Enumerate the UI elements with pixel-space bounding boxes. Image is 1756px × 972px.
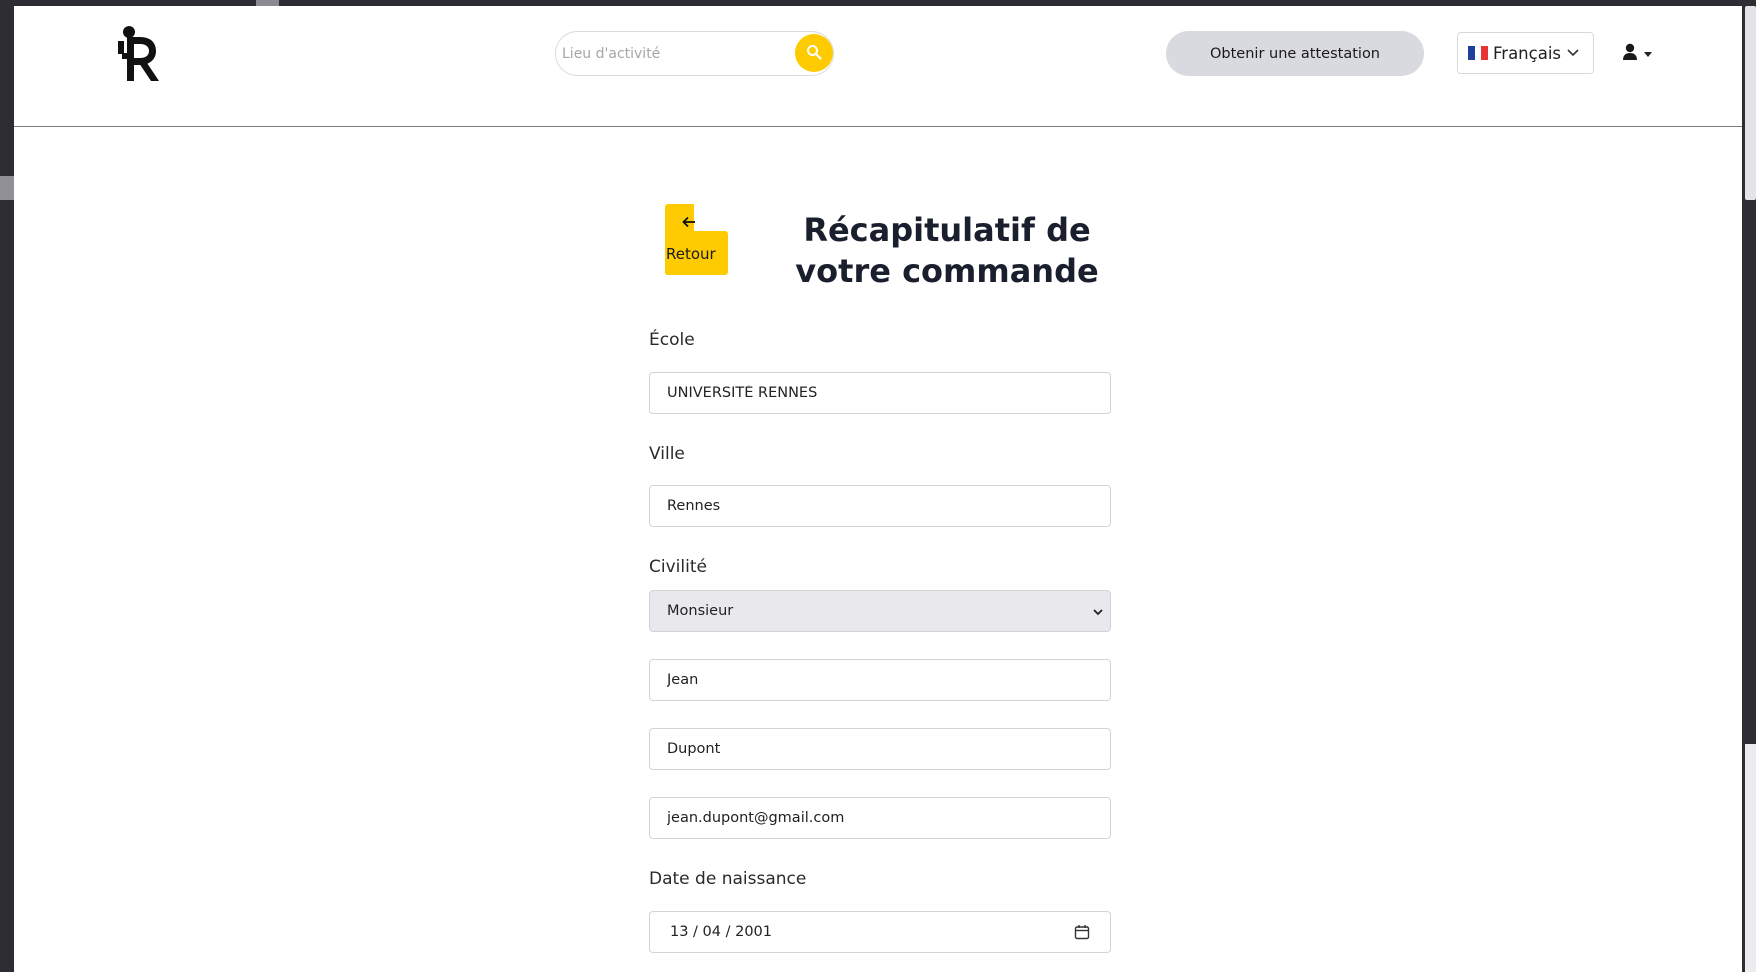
search-box <box>555 31 834 76</box>
user-menu[interactable] <box>1622 43 1660 65</box>
language-select[interactable]: Français <box>1457 32 1594 74</box>
civility-select-value: Monsieur <box>667 603 734 619</box>
school-field[interactable] <box>649 372 1111 414</box>
scrollbar-thumb[interactable] <box>1745 6 1756 200</box>
email-field[interactable] <box>649 797 1111 839</box>
page-title: Récapitulatif de votre commande <box>795 211 1099 290</box>
search-input[interactable] <box>562 37 790 70</box>
search-button[interactable] <box>795 34 833 72</box>
calendar-icon[interactable] <box>1074 924 1090 944</box>
caret-down-icon <box>1644 51 1652 57</box>
arrow-left-icon <box>682 214 696 232</box>
civility-select[interactable]: Monsieur <box>649 590 1111 632</box>
search-icon <box>806 44 822 63</box>
window-side-tab <box>0 176 14 200</box>
site-header: Obtenir une attestation Français <box>14 6 1742 127</box>
school-label: École <box>649 330 695 350</box>
scrollbar-track-lower[interactable] <box>1745 744 1756 972</box>
birthdate-label: Date de naissance <box>649 869 807 889</box>
birthdate-value: 13 / 04 / 2001 <box>670 924 773 940</box>
back-button-label: Retour <box>666 245 716 263</box>
page: Obtenir une attestation Français <box>14 6 1742 972</box>
chevron-down-icon <box>1092 606 1104 622</box>
last-name-field[interactable] <box>649 728 1111 770</box>
user-icon <box>1622 43 1638 65</box>
first-name-field[interactable] <box>649 659 1111 701</box>
back-button[interactable]: Retour <box>665 204 728 275</box>
get-certificate-button[interactable]: Obtenir une attestation <box>1166 31 1424 76</box>
civility-label: Civilité <box>649 557 707 577</box>
chevron-down-icon <box>1566 45 1580 64</box>
city-label: Ville <box>649 444 685 464</box>
logo-icon[interactable] <box>114 22 162 84</box>
city-field[interactable] <box>649 485 1111 527</box>
language-select-value: Français <box>1493 43 1562 63</box>
france-flag-icon <box>1468 46 1489 60</box>
birthdate-field[interactable]: 13 / 04 / 2001 <box>649 911 1111 953</box>
